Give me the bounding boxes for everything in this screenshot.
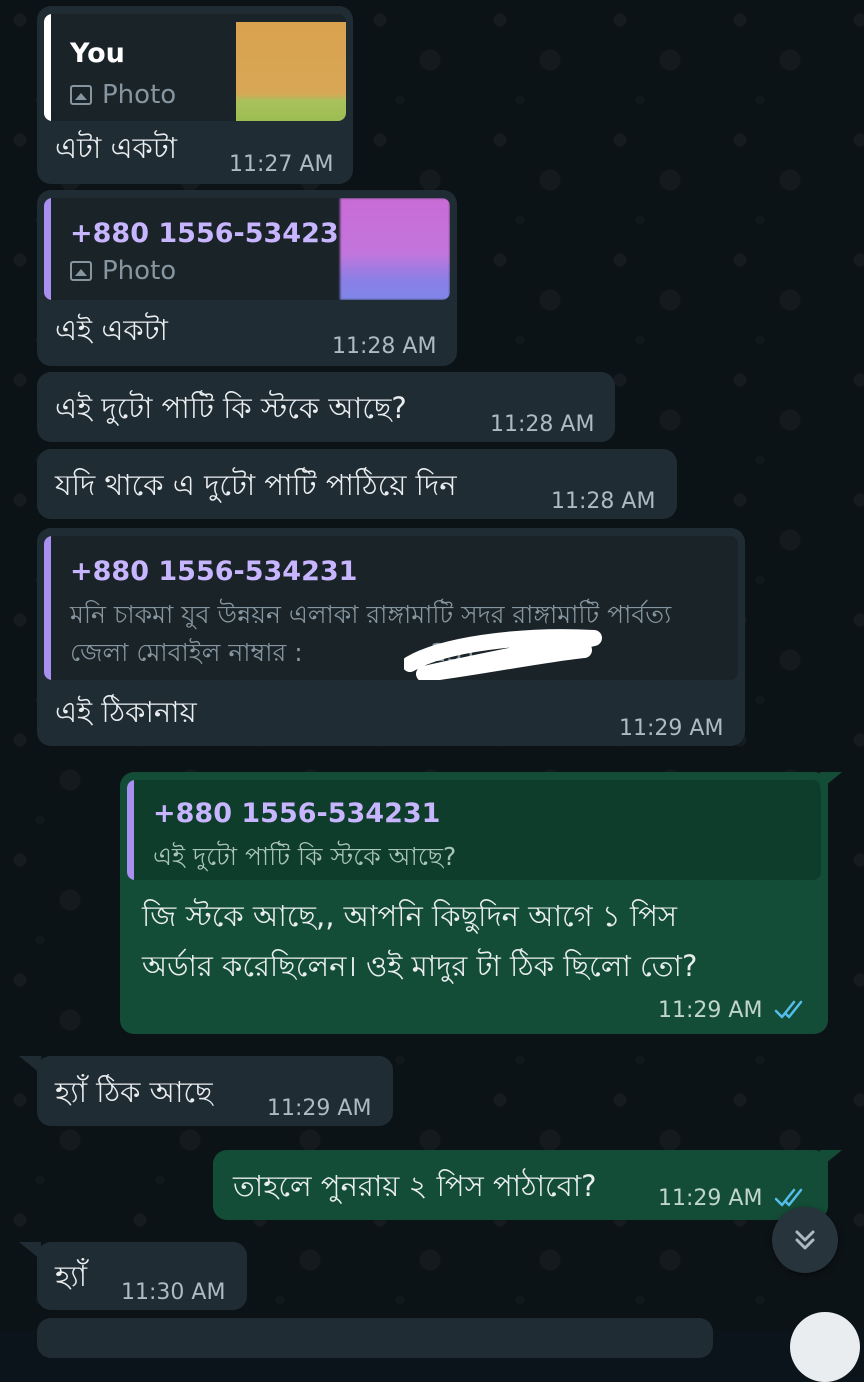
quote-sender: +880 1556-534231 [70,218,358,249]
reply-quote[interactable]: +880 1556-534231 Photo [44,198,450,300]
message-bubble[interactable]: হ্যাঁ 11:30 AM [37,1242,247,1310]
message-time: 11:28 AM [332,334,437,359]
bubble-tail [19,1242,41,1260]
quote-sender: +880 1556-534231 [153,798,441,829]
quote-photo-label: Photo [70,80,176,110]
message-text: যদি থাকে এ দুটো পাটি পাঠিয়ে দিন [55,468,457,502]
quote-type-label: Photo [102,256,177,286]
message-time: 11:29 AM [619,716,724,741]
photo-icon [70,261,92,281]
redaction-scribble [404,629,602,680]
message-text-line: জি স্টকে আছে,, আপনি কিছুদিন আগে ১ পিস [142,899,678,933]
message-text: এটা একটা [55,131,178,165]
message-text: হ্যাঁ ঠিক আছে [55,1075,213,1109]
message-bubble[interactable]: +880 1556-534231 Photo এই একটা 11:28 AM [37,190,457,366]
quote-type-label: Photo [102,80,177,110]
quote-sender: +880 1556-534231 [70,556,358,587]
message-bubble[interactable]: যদি থাকে এ দুটো পাটি পাঠিয়ে দিন 11:28 A… [37,449,677,519]
message-time: 11:28 AM [551,489,656,514]
message-time: 11:30 AM [121,1280,226,1305]
reply-quote[interactable]: +880 1556-534231 মনি চাকমা যুব উন্নয়ন এ… [44,536,738,680]
quote-bar [44,198,51,300]
quote-sender: You [70,38,125,69]
message-bubble[interactable]: এই দুটো পাটি কি স্টকে আছে? 11:28 AM [37,372,615,442]
message-bubble[interactable]: You Photo এটা একটা 11:27 AM [37,6,353,184]
quote-text: এই দুটো পাটি কি স্টকে আছে? [153,842,457,871]
double-chevron-down-icon [795,1230,815,1250]
message-text: এই একটা [55,313,168,347]
quote-photo-label: Photo [70,256,176,286]
message-bubble[interactable]: +880 1556-534231 এই দুটো পাটি কি স্টকে আ… [120,772,828,1034]
message-text: এই ঠিকানায় [55,695,197,729]
partial-button[interactable] [790,1312,860,1382]
photo-icon [70,85,92,105]
message-time: 11:28 AM [490,412,595,437]
message-bubble[interactable]: তাহলে পুনরায় ২ পিস পাঠাবো? 11:29 AM [213,1150,828,1220]
message-text-line: অর্ডার করেছিলেন। ওই মাদুর টা ঠিক ছিলো তো… [142,949,698,983]
message-bubble-partial[interactable] [37,1318,713,1358]
message-time: 11:29 AM [658,1186,763,1211]
double-check-icon [774,1000,803,1019]
quote-bar [44,536,51,680]
quote-text: মনি চাকমা যুব উন্নয়ন এলাকা রাঙ্গামাটি স… [70,596,710,672]
message-text: এই দুটো পাটি কি স্টকে আছে? [55,391,407,425]
message-time: 11:29 AM [267,1096,372,1121]
message-time: 11:29 AM [658,998,763,1023]
message-text: তাহলে পুনরায় ২ পিস পাঠাবো? [233,1169,597,1203]
quote-thumbnail [340,198,450,300]
reply-quote[interactable]: You Photo [44,14,346,121]
message-bubble[interactable]: হ্যাঁ ঠিক আছে 11:29 AM [37,1056,393,1126]
bubble-tail [820,1150,842,1168]
scroll-to-bottom-button[interactable] [772,1207,838,1273]
quote-thumbnail [236,22,346,121]
bubble-tail [820,772,842,790]
reply-quote[interactable]: +880 1556-534231 এই দুটো পাটি কি স্টকে আ… [127,780,821,880]
bubble-tail [19,1056,41,1074]
message-time: 11:27 AM [229,152,334,177]
message-text: হ্যাঁ [55,1259,88,1293]
quote-bar [127,780,134,880]
message-bubble[interactable]: +880 1556-534231 মনি চাকমা যুব উন্নয়ন এ… [37,528,745,746]
quote-bar [44,14,51,121]
